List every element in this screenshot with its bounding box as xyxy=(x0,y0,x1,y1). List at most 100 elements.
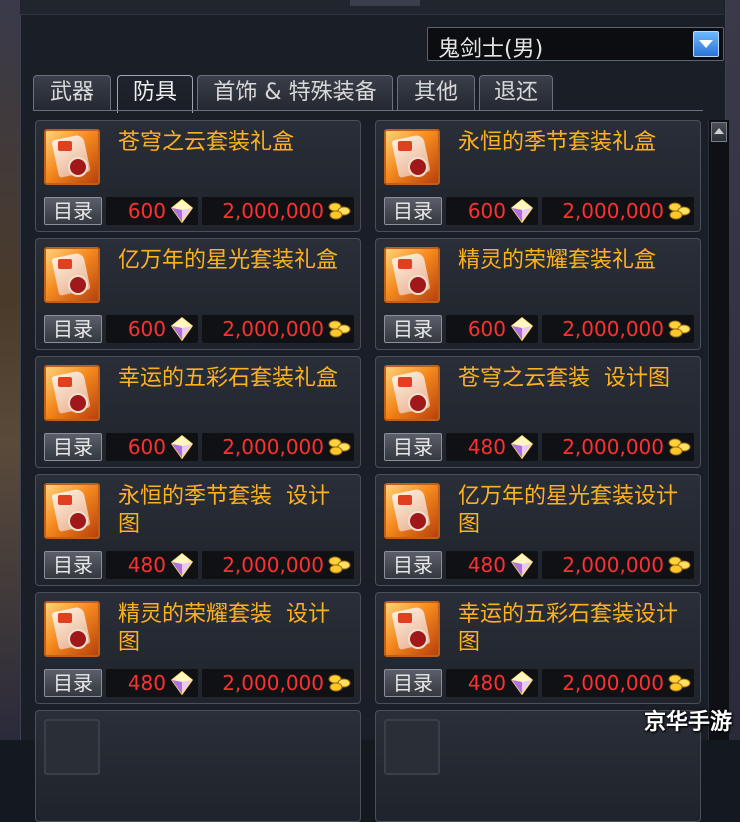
item-card[interactable]: 永恒的季节套装 设计图 目录 480 2,000,000 xyxy=(35,474,361,586)
cera-price: 600 xyxy=(446,315,538,343)
tab-refund[interactable]: 退还 xyxy=(479,75,553,111)
seal-shape xyxy=(408,157,428,177)
item-card[interactable]: 永恒的季节套装礼盒 目录 600 2,000,000 xyxy=(375,120,701,232)
gold-price: 2,000,000 xyxy=(202,669,354,697)
tab-other[interactable]: 其他 xyxy=(397,75,475,111)
seal-shape xyxy=(68,393,88,413)
tab-divider xyxy=(33,110,703,111)
item-card[interactable]: 幸运的五彩石套装礼盒 目录 600 2,000,000 xyxy=(35,356,361,468)
cera-price: 480 xyxy=(446,433,538,461)
gold-price-value: 2,000,000 xyxy=(222,553,324,577)
diamond-icon xyxy=(510,435,534,460)
cera-price-value: 600 xyxy=(127,317,166,341)
catalog-button[interactable]: 目录 xyxy=(384,315,442,343)
cera-price-value: 480 xyxy=(467,553,506,577)
catalog-button[interactable]: 目录 xyxy=(384,197,442,225)
gold-price-value: 2,000,000 xyxy=(222,671,324,695)
character-class-select[interactable]: 鬼剑士(男) xyxy=(427,27,724,62)
tab-weapons[interactable]: 武器 xyxy=(33,75,111,111)
gem-shape xyxy=(398,259,412,269)
gold-price: 2,000,000 xyxy=(202,197,354,225)
gem-shape xyxy=(398,613,412,623)
gold-coin-icon xyxy=(327,319,351,339)
item-package-icon xyxy=(384,719,440,775)
seal-shape xyxy=(68,275,88,295)
item-card-partial[interactable] xyxy=(35,710,361,822)
item-card[interactable]: 苍穹之云套装礼盒 目录 600 2,000,000 xyxy=(35,120,361,232)
cera-price-value: 600 xyxy=(467,317,506,341)
item-name: 亿万年的星光套装设计图 xyxy=(458,484,679,537)
cera-price-value: 480 xyxy=(127,553,166,577)
item-package-icon[interactable] xyxy=(384,601,440,657)
gold-coin-icon xyxy=(667,673,691,693)
cera-price: 480 xyxy=(446,669,538,697)
gold-price-value: 2,000,000 xyxy=(222,435,324,459)
catalog-button[interactable]: 目录 xyxy=(44,433,102,461)
item-card[interactable]: 亿万年的星光套装设计图 目录 480 2,000,000 xyxy=(375,474,701,586)
item-package-icon[interactable] xyxy=(44,483,100,539)
tab-armor[interactable]: 防具 xyxy=(117,75,193,113)
item-card[interactable]: 亿万年的星光套装礼盒 目录 600 2,000,000 xyxy=(35,238,361,350)
tab-accessories[interactable]: 首饰 & 特殊装备 xyxy=(197,75,393,111)
catalog-button[interactable]: 目录 xyxy=(44,197,102,225)
diamond-icon xyxy=(170,199,194,224)
item-card[interactable]: 精灵的荣耀套装 设计图 目录 480 2,000,000 xyxy=(35,592,361,704)
diamond-icon xyxy=(510,671,534,696)
seal-shape xyxy=(68,157,88,177)
cera-price: 480 xyxy=(106,669,198,697)
gem-shape xyxy=(398,141,412,151)
diamond-icon xyxy=(510,553,534,578)
item-package-icon[interactable] xyxy=(384,483,440,539)
catalog-button[interactable]: 目录 xyxy=(44,315,102,343)
panel-title-bar xyxy=(20,0,724,15)
character-class-value: 鬼剑士(男) xyxy=(438,37,544,62)
seal-shape xyxy=(408,629,428,649)
item-package-icon[interactable] xyxy=(44,129,100,185)
item-package-icon[interactable] xyxy=(44,365,100,421)
diamond-icon xyxy=(510,317,534,342)
catalog-button[interactable]: 目录 xyxy=(384,551,442,579)
gold-price: 2,000,000 xyxy=(202,315,354,343)
item-package-icon[interactable] xyxy=(44,247,100,303)
gold-price-value: 2,000,000 xyxy=(222,199,324,223)
item-package-icon[interactable] xyxy=(44,601,100,657)
gold-coin-icon xyxy=(667,437,691,457)
item-card[interactable]: 苍穹之云套装 设计图 目录 480 2,000,000 xyxy=(375,356,701,468)
cera-price-value: 480 xyxy=(127,671,166,695)
gold-price: 2,000,000 xyxy=(542,433,694,461)
cera-price: 480 xyxy=(446,551,538,579)
chevron-down-icon[interactable] xyxy=(693,31,719,57)
item-card[interactable]: 精灵的荣耀套装礼盒 目录 600 2,000,000 xyxy=(375,238,701,350)
catalog-button[interactable]: 目录 xyxy=(44,669,102,697)
gem-shape xyxy=(58,141,72,151)
gem-shape xyxy=(58,377,72,387)
gem-shape xyxy=(58,613,72,623)
gold-coin-icon xyxy=(327,555,351,575)
item-name: 精灵的荣耀套装 设计图 xyxy=(118,602,330,655)
item-package-icon[interactable] xyxy=(384,129,440,185)
cera-price: 600 xyxy=(106,315,198,343)
cera-price: 600 xyxy=(106,197,198,225)
gold-price-value: 2,000,000 xyxy=(222,317,324,341)
gem-shape xyxy=(58,259,72,269)
item-package-icon xyxy=(44,719,100,775)
item-package-icon[interactable] xyxy=(384,365,440,421)
title-decoration xyxy=(350,0,420,6)
catalog-button[interactable]: 目录 xyxy=(44,551,102,579)
scroll-up-icon[interactable] xyxy=(711,122,727,142)
item-package-icon[interactable] xyxy=(384,247,440,303)
item-name: 永恒的季节套装礼盒 xyxy=(458,130,657,155)
gem-shape xyxy=(398,377,412,387)
gold-coin-icon xyxy=(667,319,691,339)
gold-coin-icon xyxy=(327,437,351,457)
item-card[interactable]: 幸运的五彩石套装设计图 目录 480 2,000,000 xyxy=(375,592,701,704)
cera-price: 600 xyxy=(106,433,198,461)
item-list-scrollbar[interactable] xyxy=(708,120,729,740)
seal-shape xyxy=(408,511,428,531)
gold-coin-icon xyxy=(327,201,351,221)
catalog-button[interactable]: 目录 xyxy=(384,669,442,697)
item-name: 幸运的五彩石套装设计图 xyxy=(458,602,679,655)
diamond-icon xyxy=(170,435,194,460)
catalog-button[interactable]: 目录 xyxy=(384,433,442,461)
gold-coin-icon xyxy=(667,555,691,575)
